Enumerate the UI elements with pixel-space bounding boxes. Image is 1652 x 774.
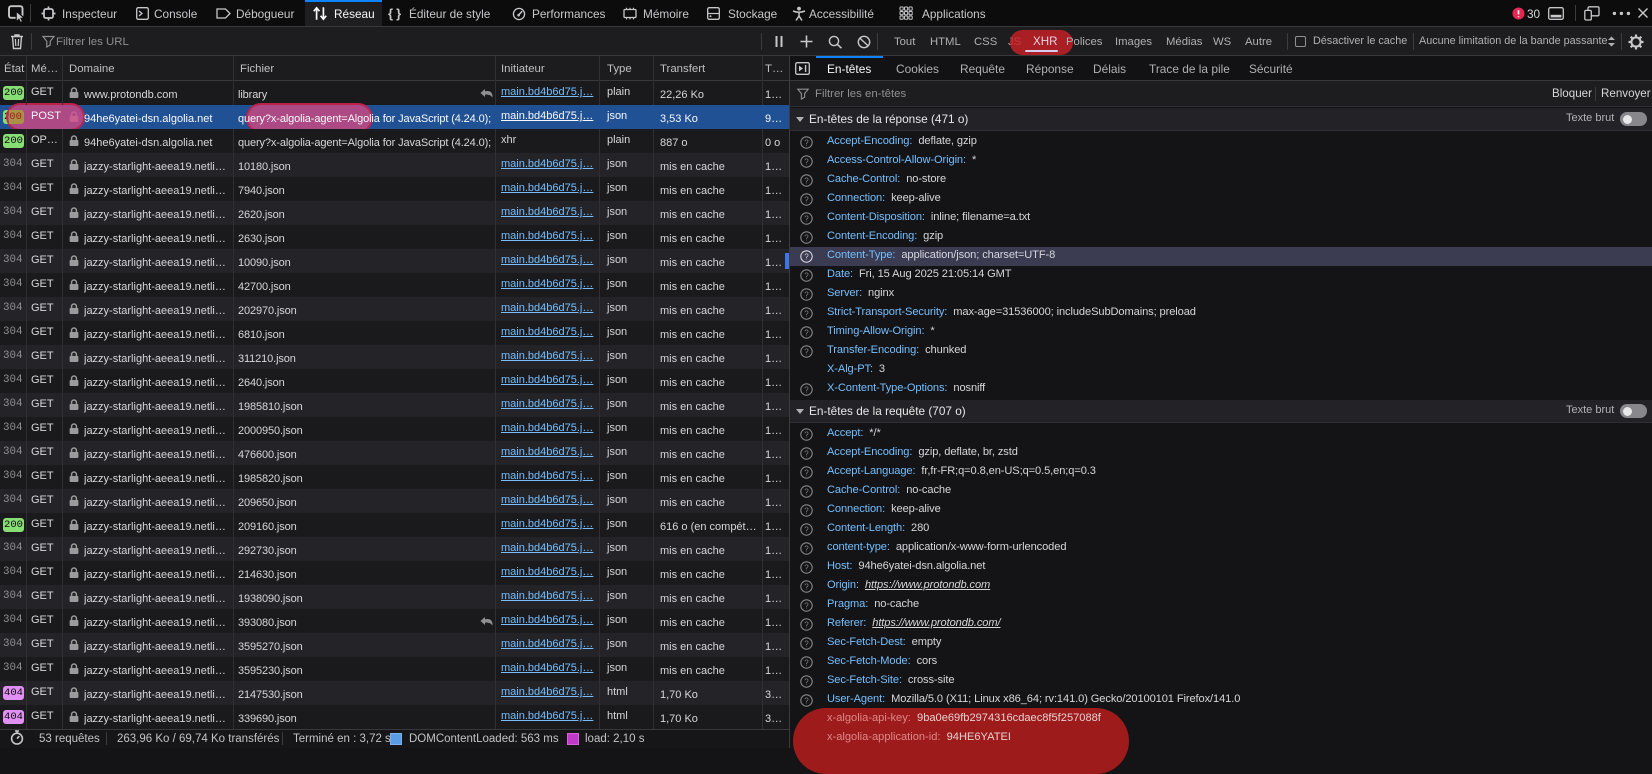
svg-text:?: ? [804, 544, 809, 553]
svg-text:?: ? [804, 290, 809, 299]
svg-text:?: ? [804, 696, 809, 705]
svg-text:?: ? [804, 138, 809, 147]
svg-text:?: ? [804, 271, 809, 280]
svg-text:?: ? [804, 468, 809, 477]
svg-text:?: ? [804, 347, 809, 356]
svg-text:?: ? [804, 233, 809, 242]
svg-text:?: ? [804, 525, 809, 534]
svg-text:?: ? [804, 677, 809, 686]
svg-text:?: ? [804, 620, 809, 629]
svg-text:?: ? [804, 252, 809, 261]
svg-text:?: ? [804, 328, 809, 337]
svg-text:?: ? [804, 449, 809, 458]
svg-text:?: ? [804, 487, 809, 496]
svg-text:?: ? [804, 430, 809, 439]
svg-text:?: ? [804, 214, 809, 223]
svg-text:?: ? [804, 601, 809, 610]
svg-text:?: ? [804, 176, 809, 185]
svg-text:?: ? [804, 385, 809, 394]
svg-text:?: ? [804, 157, 809, 166]
svg-text:?: ? [804, 506, 809, 515]
svg-text:?: ? [804, 582, 809, 591]
svg-text:?: ? [804, 309, 809, 318]
svg-text:?: ? [804, 639, 809, 648]
svg-text:?: ? [804, 658, 809, 667]
svg-text:?: ? [804, 195, 809, 204]
svg-text:?: ? [804, 563, 809, 572]
